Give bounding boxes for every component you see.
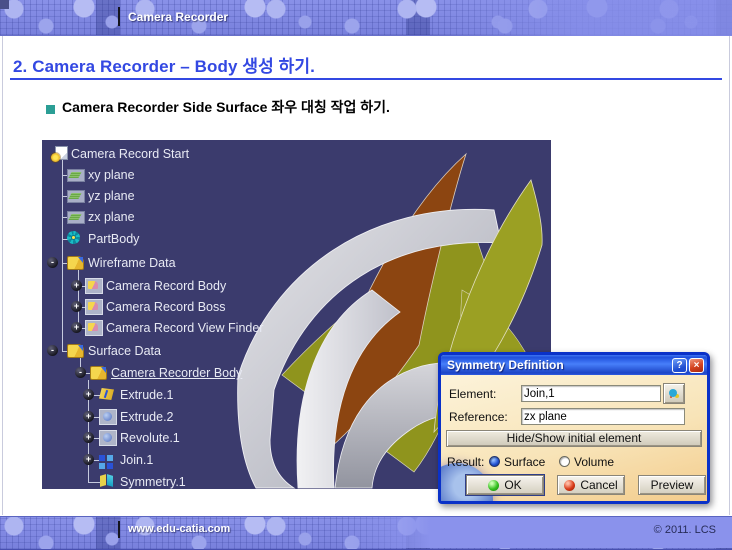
collapse-toggle[interactable]: - [75,367,86,378]
collapse-toggle[interactable]: - [47,257,58,268]
preview-button[interactable]: Preview [638,475,706,495]
expand-toggle[interactable]: + [83,389,94,400]
tree-item-symmetry-1[interactable]: Symmetry.1 [42,474,362,489]
surface-radio[interactable] [489,456,500,467]
surface-item-icon [85,278,103,294]
partbody-gear-icon [67,231,80,244]
hide-show-button[interactable]: Hide/Show initial element [446,430,702,447]
reference-label: Reference: [449,410,508,424]
slide: Camera Recorder 2. Camera Recorder – Bod… [0,0,732,550]
footer-site-link[interactable]: www.edu-catia.com [128,523,230,535]
open-body-icon [90,366,107,380]
header-divider [118,7,120,26]
plane-icon [67,169,85,182]
bullet-text: Camera Recorder Side Surface 좌우 대칭 작업 하기… [62,97,390,117]
tree-item-surface-data[interactable]: - Surface Data [42,343,362,360]
tree-item-partbody[interactable]: PartBody [42,231,362,248]
tree-item-wireframe-data[interactable]: - Wireframe Data [42,255,362,272]
header-title: Camera Recorder [128,10,228,24]
title-underline [10,78,722,80]
open-body-icon [67,344,84,358]
dialog-title: Symmetry Definition [447,358,670,372]
tree-item-zx-plane[interactable]: zx plane [42,209,362,226]
tree-item-extrude-2[interactable]: + Extrude.2 [42,409,362,426]
tree-item-revolute-1[interactable]: + Revolute.1 [42,430,362,447]
tree-item-camera-record-start[interactable]: Camera Record Start [42,146,362,163]
footer-bar [0,516,732,550]
result-label: Result: [447,455,484,469]
tree-item-xy-plane[interactable]: xy plane [42,167,362,184]
open-body-icon [67,256,84,270]
reference-input[interactable] [521,408,685,425]
extrude-icon [99,409,117,425]
help-button[interactable]: ? [672,358,687,373]
expand-toggle[interactable]: + [71,280,82,291]
volume-radio[interactable] [559,456,570,467]
bullet-marker [46,105,55,114]
dialog-titlebar[interactable]: Symmetry Definition ? × [441,355,707,375]
paint-splash-icon[interactable] [663,383,685,404]
cancel-button[interactable]: Cancel [557,475,625,495]
expand-toggle[interactable]: + [83,432,94,443]
tree-item-extrude-1[interactable]: + Extrude.1 [42,387,362,404]
ok-button[interactable]: OK [466,475,544,495]
expand-toggle[interactable]: + [83,411,94,422]
result-row: Result: Surface Volume [441,453,707,473]
surface-item-icon [85,299,103,315]
part-icon [55,146,68,160]
symmetry-icon [99,474,115,488]
element-input[interactable] [521,385,661,402]
surface-item-icon [85,320,103,336]
expand-toggle[interactable]: + [71,322,82,333]
slide-right-edge [729,36,730,515]
join-icon [99,455,105,461]
surface-radio-label: Surface [504,455,545,469]
tree-item-yz-plane[interactable]: yz plane [42,188,362,205]
element-label: Element: [449,387,496,401]
tree-item-camera-record-boss[interactable]: + Camera Record Boss [42,299,362,316]
green-sphere-icon [488,480,499,491]
plane-icon [67,190,85,203]
volume-radio-label: Volume [574,455,614,469]
expand-toggle[interactable]: + [83,454,94,465]
dialog-buttons: OK Cancel Preview [441,475,707,495]
page-title: 2. Camera Recorder – Body 생성 하기. [13,52,315,77]
close-icon[interactable]: × [689,358,704,373]
symmetry-definition-dialog: Symmetry Definition ? × Element: Referen… [438,352,710,504]
corner-notch [0,0,9,9]
tree-item-camera-recorder-body[interactable]: - Camera Recorder Body [42,365,362,382]
element-row: Element: [441,385,707,405]
tree-item-camera-record-body[interactable]: + Camera Record Body [42,278,362,295]
tree-item-camera-record-view-finder[interactable]: + Camera Record View Finder [42,320,362,337]
dialog-body: Element: Reference: Hide/Show initial el… [441,375,707,501]
splash-glyph [669,389,677,397]
reference-row: Reference: [441,408,707,428]
expand-toggle[interactable]: + [71,301,82,312]
red-sphere-icon [564,480,575,491]
header-bar [0,0,732,36]
footer-copyright: © 2011. LCS [654,524,716,536]
footer-divider [118,521,120,538]
collapse-toggle[interactable]: - [47,345,58,356]
tree-item-join-1[interactable]: + Join.1 [42,452,362,469]
revolute-icon [99,430,117,446]
slide-left-edge [2,36,3,515]
plane-icon [67,211,85,224]
extrude-icon [99,388,114,400]
